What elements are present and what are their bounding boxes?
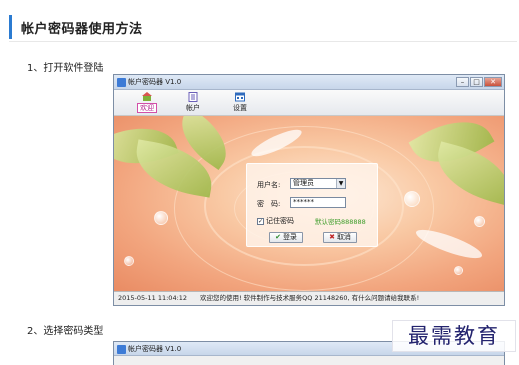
username-value: 管理员 — [293, 179, 314, 187]
chevron-down-icon[interactable]: ▼ — [336, 179, 345, 188]
login-button[interactable]: ✔ 登录 — [269, 232, 303, 243]
check-icon: ✔ — [275, 233, 281, 241]
account-icon — [188, 92, 198, 102]
cancel-button[interactable]: ✖ 取消 — [323, 232, 357, 243]
water-drop — [124, 256, 134, 266]
username-select[interactable]: 管理员 ▼ — [290, 178, 346, 189]
step-heading-2: 2、选择密码类型 — [27, 326, 104, 337]
password-field[interactable]: ****** — [290, 197, 346, 208]
toolbar-label-account: 帐户 — [186, 104, 200, 112]
username-label: 用户名: — [257, 181, 281, 189]
default-password-hint: 默认密码888888 — [315, 218, 366, 226]
status-message: 欢迎您的使用! 软件制作与技术服务QQ 21148260, 有什么问题请给我联系… — [200, 294, 420, 302]
app-icon — [117, 78, 126, 87]
close-button[interactable]: ✕ — [484, 77, 502, 87]
remember-password-label: 记住密码 — [266, 217, 294, 225]
window-controls: – □ ✕ — [456, 77, 502, 87]
status-time: 2015-05-11 11:04:12 — [118, 294, 188, 302]
login-dialog: 用户名: 管理员 ▼ 密 码: ****** ✓ 记住密码 默认密码888888… — [246, 163, 378, 247]
maximize-button[interactable]: □ — [470, 77, 483, 87]
window-title: 帐户密码器 V1.0 — [128, 78, 182, 86]
password-label: 密 码: — [257, 200, 281, 208]
app-icon — [117, 345, 126, 354]
watermark: 最需教育 — [392, 320, 516, 352]
article-header: 帐户密码器使用方法 — [9, 15, 517, 39]
step-heading-1: 1、打开软件登陆 — [27, 63, 104, 74]
home-icon — [142, 92, 152, 101]
feather-decoration — [413, 224, 485, 264]
header-divider — [9, 41, 517, 42]
leaf-decoration — [429, 141, 504, 206]
page-title: 帐户密码器使用方法 — [21, 22, 143, 37]
remember-password-option[interactable]: ✓ 记住密码 — [257, 216, 294, 226]
login-button-label: 登录 — [282, 233, 297, 241]
window-titlebar: 帐户密码器 V1.0 – □ ✕ — [114, 75, 504, 90]
toolbar: 欢迎 帐户 设置 — [114, 90, 504, 116]
toolbar-item-settings[interactable]: 设置 — [227, 92, 253, 113]
app-window: 帐户密码器 V1.0 – □ ✕ 欢迎 帐户 设置 用户名: 管理员 ▼ 密 码… — [113, 74, 505, 306]
remember-password-checkbox[interactable]: ✓ — [257, 217, 264, 225]
cancel-button-label: 取消 — [336, 233, 351, 241]
water-drop — [454, 266, 463, 275]
cross-icon: ✖ — [329, 233, 335, 241]
water-drop — [154, 211, 168, 225]
water-drop — [474, 216, 485, 227]
toolbar-item-account[interactable]: 帐户 — [180, 92, 206, 113]
toolbar-item-welcome[interactable]: 欢迎 — [134, 92, 160, 113]
settings-icon — [235, 92, 245, 102]
toolbar-label-settings: 设置 — [233, 104, 247, 112]
water-drop — [404, 191, 420, 207]
minimize-button[interactable]: – — [456, 77, 469, 87]
toolbar-label-welcome: 欢迎 — [137, 103, 157, 113]
window-title: 帐户密码器 V1.0 — [128, 345, 182, 353]
login-background-scene: 用户名: 管理员 ▼ 密 码: ****** ✓ 记住密码 默认密码888888… — [114, 116, 504, 292]
status-bar: 2015-05-11 11:04:12 欢迎您的使用! 软件制作与技术服务QQ … — [114, 291, 504, 305]
